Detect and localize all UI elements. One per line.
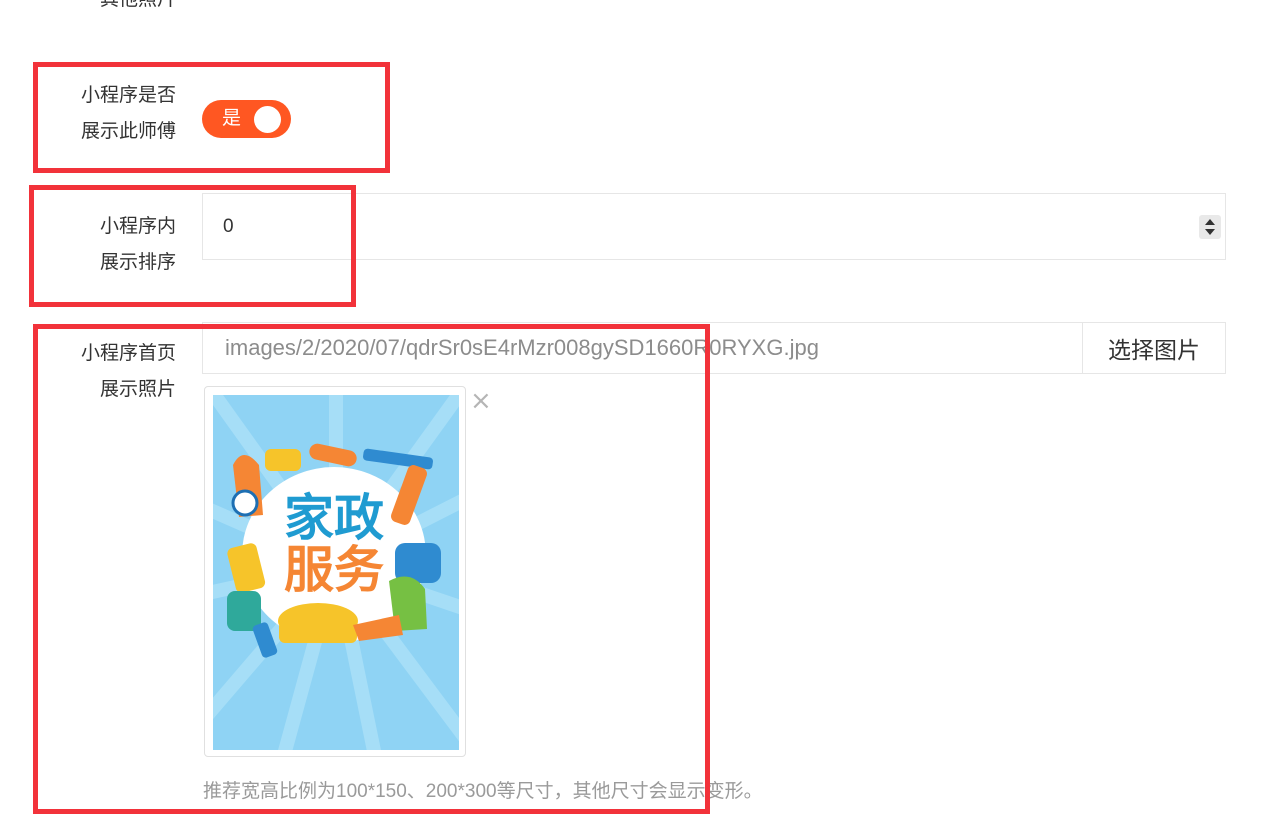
- poster-title-line1: 家政: [284, 489, 384, 547]
- image-size-hint: 推荐宽高比例为100*150、200*300等尺寸，其他尺寸会显示变形。: [203, 781, 763, 802]
- toggle-state-text: 是: [222, 108, 242, 129]
- number-spinner-icon[interactable]: [1199, 215, 1221, 239]
- home-photo-label: 小程序首页 展示照片: [36, 336, 176, 408]
- toggle-knob: [254, 106, 281, 133]
- close-icon[interactable]: ×: [470, 388, 492, 414]
- sort-order-input[interactable]: [202, 193, 1226, 260]
- home-photo-label-line2: 展示照片: [99, 379, 176, 400]
- home-photo-label-line1: 小程序首页: [80, 343, 176, 364]
- show-master-label-line1: 小程序是否: [80, 85, 176, 106]
- show-master-label: 小程序是否 展示此师傅: [36, 78, 176, 150]
- previous-field-label: 其他照片: [36, 0, 176, 18]
- sort-order-label-line1: 小程序内: [99, 216, 176, 237]
- housekeeping-poster-image: 家政 服务: [213, 395, 459, 750]
- sort-order-label: 小程序内 展示排序: [36, 209, 176, 281]
- poster-title-line2: 服务: [284, 541, 384, 599]
- sort-order-label-line2: 展示排序: [99, 252, 176, 273]
- image-thumbnail: 家政 服务: [204, 386, 466, 757]
- previous-field-label-line2: 其他照片: [36, 0, 176, 18]
- show-master-label-line2: 展示此师傅: [80, 121, 176, 142]
- show-master-toggle[interactable]: 是: [202, 100, 291, 138]
- image-path-input[interactable]: [202, 322, 1084, 374]
- choose-image-button[interactable]: 选择图片: [1082, 322, 1226, 374]
